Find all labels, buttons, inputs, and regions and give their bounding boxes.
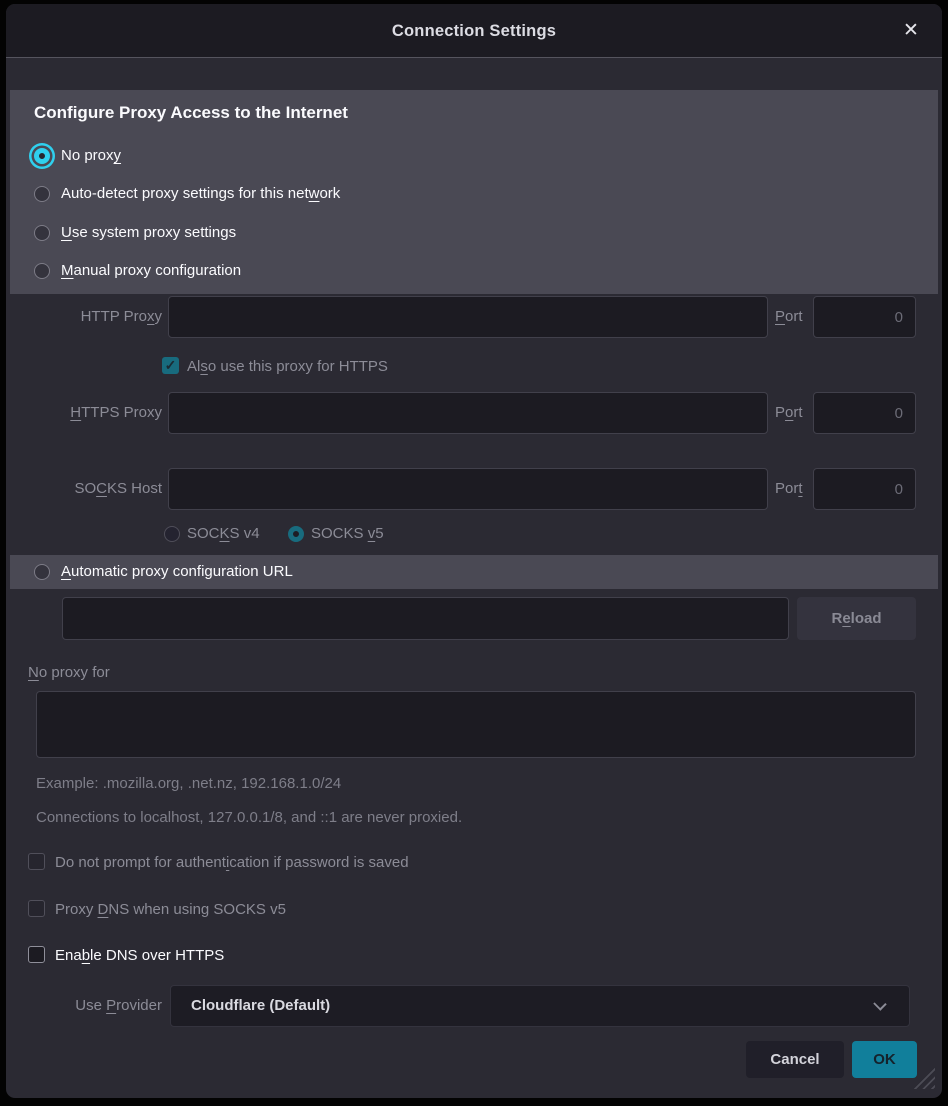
also-https-checkbox[interactable]: ✓	[162, 357, 179, 374]
no-auth-prompt-checkbox[interactable]	[28, 853, 45, 870]
connection-settings-dialog: Connection Settings ✕ Configure Proxy Ac…	[6, 4, 942, 1098]
no-proxy-example-text: Example: .mozilla.org, .net.nz, 192.168.…	[36, 775, 341, 792]
no-auth-prompt-label[interactable]: Do not prompt for authentication if pass…	[55, 854, 409, 871]
proxy-dns-socks5-checkbox[interactable]	[28, 900, 45, 917]
https-proxy-label: HTTPS Proxy	[6, 392, 162, 434]
socks-port-input[interactable]	[813, 468, 916, 510]
no-proxy-for-label: No proxy for	[28, 664, 110, 681]
no-proxy-for-textarea[interactable]	[36, 691, 916, 758]
doh-provider-select[interactable]: Cloudflare (Default)	[170, 985, 910, 1027]
socks-v5-label[interactable]: SOCKS v5	[311, 525, 384, 542]
autoconfig-url-input[interactable]	[62, 597, 789, 640]
radio-socks-v5[interactable]	[288, 526, 304, 542]
doh-provider-value: Cloudflare (Default)	[191, 997, 330, 1014]
https-port-input[interactable]	[813, 392, 916, 434]
socks-host-label: SOCKS Host	[6, 468, 162, 510]
radio-autoconfig-url[interactable]	[34, 564, 50, 580]
localhost-note-text: Connections to localhost, 127.0.0.1/8, a…	[36, 809, 462, 826]
radio-label[interactable]: Use system proxy settings	[61, 224, 236, 241]
autoconfig-row[interactable]: Automatic proxy configuration URL	[10, 555, 938, 589]
radio-manual-proxy[interactable]	[34, 263, 50, 279]
autoconfig-label[interactable]: Automatic proxy configuration URL	[61, 563, 293, 580]
http-port-input[interactable]	[813, 296, 916, 338]
check-icon: ✓	[165, 357, 177, 373]
section-heading: Configure Proxy Access to the Internet	[34, 103, 348, 123]
http-port-label: Port	[775, 296, 803, 338]
cancel-button[interactable]: Cancel	[746, 1041, 844, 1078]
enable-doh-checkbox[interactable]	[28, 946, 45, 963]
radio-system-proxy[interactable]	[34, 225, 50, 241]
reload-button[interactable]: Reload	[797, 597, 916, 640]
use-provider-label: Use Provider	[6, 985, 162, 1027]
radio-socks-v4[interactable]	[164, 526, 180, 542]
also-https-label[interactable]: Also use this proxy for HTTPS	[187, 358, 388, 375]
https-proxy-input[interactable]	[168, 392, 768, 434]
enable-doh-label[interactable]: Enable DNS over HTTPS	[55, 947, 224, 964]
ok-button[interactable]: OK	[852, 1041, 917, 1078]
socks-port-label: Port	[775, 468, 803, 510]
socks-v4-label[interactable]: SOCKS v4	[187, 525, 260, 542]
dialog-title: Connection Settings	[6, 4, 942, 58]
http-proxy-label: HTTP Proxy	[6, 296, 162, 338]
proxy-dns-socks5-label[interactable]: Proxy DNS when using SOCKS v5	[55, 901, 286, 918]
radio-label[interactable]: No proxy	[61, 147, 121, 164]
radio-label[interactable]: Auto-detect proxy settings for this netw…	[61, 185, 340, 202]
close-icon[interactable]: ✕	[898, 18, 924, 44]
radio-no-proxy[interactable]	[34, 148, 50, 164]
socks-host-input[interactable]	[168, 468, 768, 510]
https-port-label: Port	[775, 392, 803, 434]
chevron-down-icon	[873, 997, 886, 1010]
radio-label[interactable]: Manual proxy configuration	[61, 262, 241, 279]
radio-auto-detect[interactable]	[34, 186, 50, 202]
proxy-mode-section: Configure Proxy Access to the Internet N…	[10, 90, 938, 294]
http-proxy-input[interactable]	[168, 296, 768, 338]
titlebar: Connection Settings ✕	[6, 4, 942, 58]
